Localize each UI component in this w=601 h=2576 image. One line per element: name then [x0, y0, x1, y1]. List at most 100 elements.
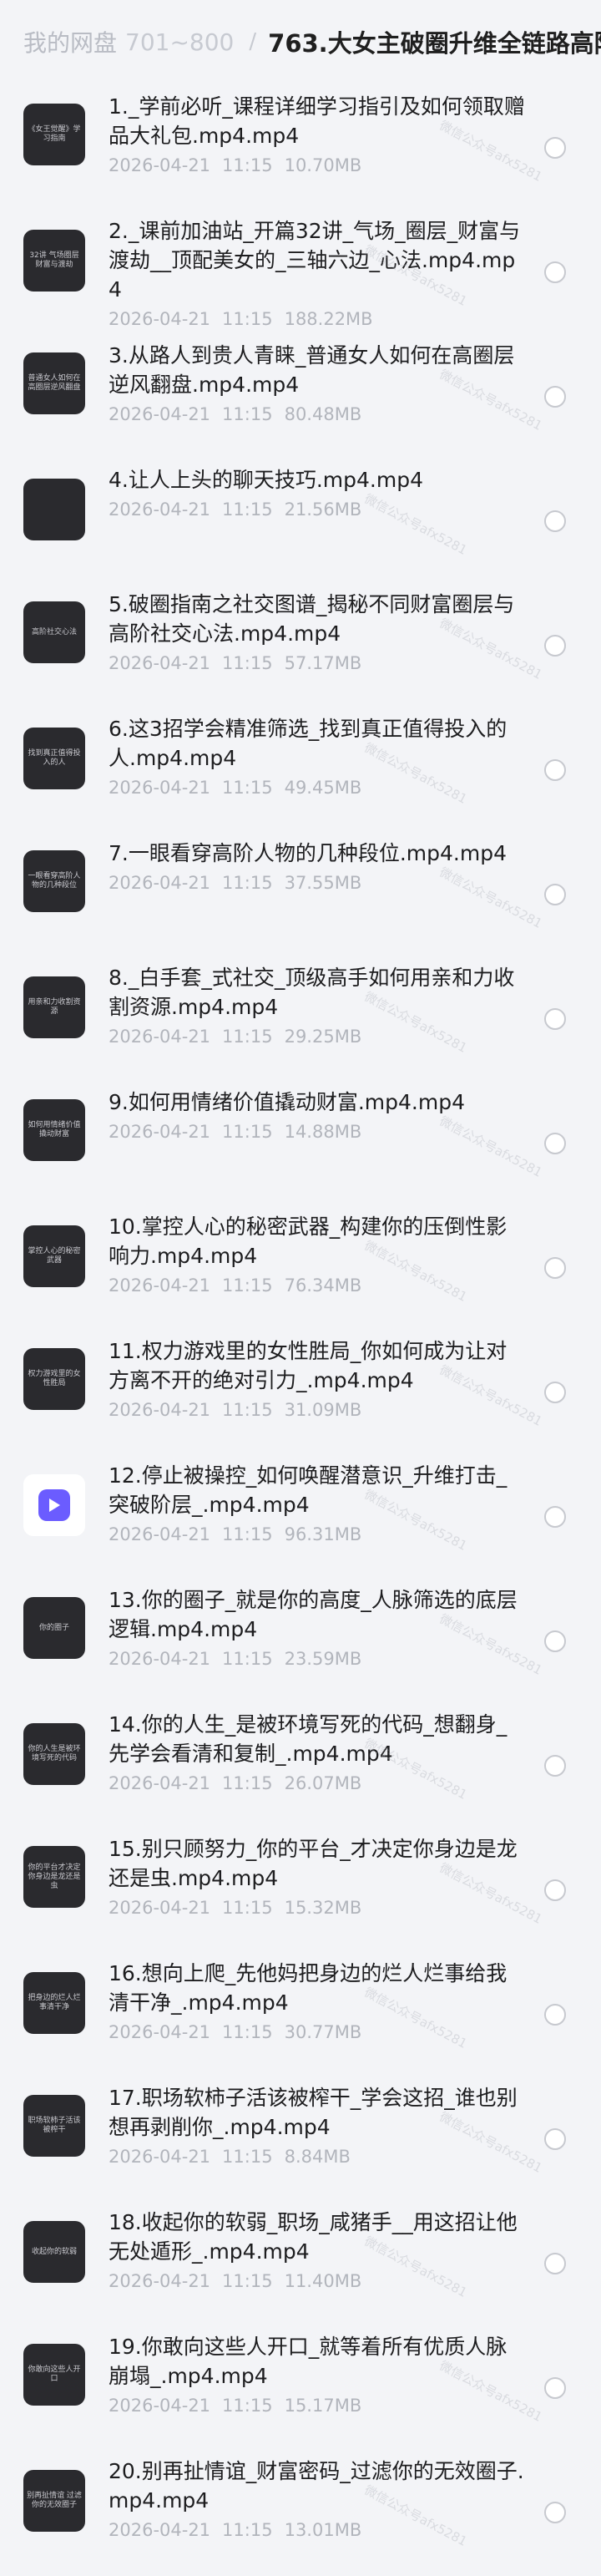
select-checkbox[interactable]: [544, 1755, 566, 1777]
file-name[interactable]: 20.别再扯情谊_财富密码_过滤你的无效圈子.mp4.mp4: [109, 2457, 526, 2515]
file-row[interactable]: 职场软柿子活该被榨干 17.职场软柿子活该被榨干_学会这招_谁也别想再剥削你_.m…: [0, 2075, 601, 2199]
select-checkbox[interactable]: [544, 1506, 566, 1528]
file-row[interactable]: 一眼看穿高阶人物的几种段位 7.一眼看穿高阶人物的几种段位.mp4.mp4 2026…: [0, 830, 601, 955]
file-name[interactable]: 11.权力游戏里的女性胜局_你如何成为让对方离不开的绝对引力_.mp4.mp4: [109, 1336, 526, 1395]
select-checkbox[interactable]: [544, 137, 566, 159]
select-checkbox[interactable]: [544, 2253, 566, 2274]
select-checkbox[interactable]: [544, 2502, 566, 2523]
file-meta: 2026-04-21 11:15 57.17MB: [109, 653, 526, 673]
video-thumbnail[interactable]: 32讲 气场圈层 财富与渡劫: [23, 230, 85, 292]
file-meta: 2026-04-21 11:15 30.77MB: [109, 2022, 526, 2042]
file-size: 76.34MB: [284, 1275, 362, 1296]
file-row[interactable]: 普通女人如何在高圈层逆风翻盘 3.从路人到贵人青睐_普通女人如何在高圈层逆风翻盘.…: [0, 332, 601, 457]
file-date: 2026-04-21: [109, 1400, 211, 1420]
select-checkbox[interactable]: [544, 386, 566, 408]
video-thumbnail[interactable]: 你的人生是被环境写死的代码: [23, 1723, 85, 1785]
video-thumbnail[interactable]: 收起你的软弱: [23, 2221, 85, 2283]
video-thumbnail[interactable]: 普通女人如何在高圈层逆风翻盘: [23, 352, 85, 414]
breadcrumb-root[interactable]: 我的网盘: [23, 25, 117, 58]
file-row[interactable]: 把身边的烂人烂事清干净 16.想向上爬_先他妈把身边的烂人烂事给我清干净_.mp4…: [0, 1950, 601, 2075]
file-name[interactable]: 6.这3招学会精准筛选_找到真正值得投入的人.mp4.mp4: [109, 714, 526, 773]
video-thumbnail[interactable]: 掌控人心的秘密武器: [23, 1225, 85, 1287]
file-row[interactable]: 掌控人心的秘密武器 10.掌控人心的秘密武器_构建你的压倒性影响力.mp4.mp4…: [0, 1204, 601, 1328]
file-name[interactable]: 2._课前加油站_开篇32讲_气场_圈层_财富与渡劫__顶配美女的_三轴六边_心…: [109, 216, 526, 304]
file-meta: 2026-04-21 11:15 10.70MB: [109, 155, 526, 175]
file-info: 9.如何用情绪价值撬动财富.mp4.mp4 2026-04-21 11:15 14.8…: [109, 1088, 526, 1142]
file-row[interactable]: 12.停止被操控_如何唤醒潜意识_升维打击_突破阶层_.mp4.mp4 2026-…: [0, 1453, 601, 1577]
select-checkbox[interactable]: [544, 1008, 566, 1030]
file-row[interactable]: 别再扯情谊 过滤你的无效圈子 20.别再扯情谊_财富密码_过滤你的无效圈子.mp4…: [0, 2448, 601, 2573]
select-checkbox[interactable]: [544, 759, 566, 781]
file-row[interactable]: 收起你的软弱 18.收起你的软弱_职场_咸猪手__用这招让他无处遁形_.mp4.m…: [0, 2199, 601, 2324]
file-name[interactable]: 17.职场软柿子活该被榨干_学会这招_谁也别想再剥削你_.mp4.mp4: [109, 2083, 526, 2142]
file-meta: 2026-04-21 11:15 21.56MB: [109, 499, 526, 520]
select-checkbox[interactable]: [544, 261, 566, 283]
breadcrumb-folder[interactable]: 701~800: [125, 28, 234, 56]
file-name[interactable]: 12.停止被操控_如何唤醒潜意识_升维打击_突破阶层_.mp4.mp4: [109, 1461, 526, 1519]
select-checkbox[interactable]: [544, 635, 566, 657]
video-thumbnail[interactable]: 权力游戏里的女性胜局: [23, 1348, 85, 1410]
file-name[interactable]: 19.你敢向这些人开口_就等着所有优质人脉崩塌_.mp4.mp4: [109, 2332, 526, 2391]
file-row[interactable]: 高阶社交心法 5.破圈指南之社交图谱_揭秘不同财富圈层与高阶社交心法.mp4.mp…: [0, 581, 601, 706]
file-info: 17.职场软柿子活该被榨干_学会这招_谁也别想再剥削你_.mp4.mp4 2026…: [109, 2083, 526, 2167]
file-row[interactable]: 《女王觉醒》学习指南 1._学前必听_课程详细学习指引及如何领取赠品大礼包.mp4…: [0, 84, 601, 208]
file-name[interactable]: 9.如何用情绪价值撬动财富.mp4.mp4: [109, 1088, 526, 1117]
video-thumbnail[interactable]: 你的圈子: [23, 1597, 85, 1659]
file-row[interactable]: 你的圈子 13.你的圈子_就是你的高度_人脉筛选的底层逻辑.mp4.mp4 2026…: [0, 1577, 601, 1701]
file-name[interactable]: 5.破圈指南之社交图谱_揭秘不同财富圈层与高阶社交心法.mp4.mp4: [109, 590, 526, 648]
video-file-icon[interactable]: [23, 1474, 85, 1536]
select-checkbox[interactable]: [544, 1879, 566, 1901]
file-row[interactable]: 4.让人上头的聊天技巧.mp4.mp4 2026-04-21 11:15 21.56M…: [0, 457, 601, 581]
file-meta: 2026-04-21 11:15 11.40MB: [109, 2271, 526, 2291]
file-row[interactable]: 如何用情绪价值撬动财富 9.如何用情绪价值撬动财富.mp4.mp4 2026-04-…: [0, 1079, 601, 1204]
file-row[interactable]: 你敢向这些人开口 19.你敢向这些人开口_就等着所有优质人脉崩塌_.mp4.mp4…: [0, 2324, 601, 2448]
file-name[interactable]: 1._学前必听_课程详细学习指引及如何领取赠品大礼包.mp4.mp4: [109, 92, 526, 150]
file-time: 11:15: [222, 1773, 273, 1793]
file-time: 11:15: [222, 155, 273, 175]
file-row[interactable]: 你的平台才决定你身边是龙还是虫 15.别只顾努力_你的平台_才决定你身边是龙还是虫…: [0, 1826, 601, 1950]
video-thumbnail[interactable]: 《女王觉醒》学习指南: [23, 104, 85, 165]
file-name[interactable]: 4.让人上头的聊天技巧.mp4.mp4: [109, 465, 526, 494]
video-thumbnail[interactable]: 用亲和力收割资源: [23, 976, 85, 1038]
select-checkbox[interactable]: [544, 2377, 566, 2399]
file-row[interactable]: 你的人生是被环境写死的代码 14.你的人生_是被环境写死的代码_想翻身_先学会看清…: [0, 1701, 601, 1826]
file-row[interactable]: 用亲和力收割资源 8._白手套_式社交_顶级高手如何用亲和力收割资源.mp4.mp…: [0, 955, 601, 1079]
file-name[interactable]: 15.别只顾努力_你的平台_才决定你身边是龙还是虫.mp4.mp4: [109, 1834, 526, 1893]
select-checkbox[interactable]: [544, 884, 566, 905]
select-checkbox[interactable]: [544, 2128, 566, 2150]
file-name[interactable]: 10.掌控人心的秘密武器_构建你的压倒性影响力.mp4.mp4: [109, 1212, 526, 1270]
select-checkbox[interactable]: [544, 2004, 566, 2026]
video-thumbnail[interactable]: 把身边的烂人烂事清干净: [23, 1972, 85, 2034]
file-date: 2026-04-21: [109, 2396, 211, 2416]
file-name[interactable]: 3.从路人到贵人青睐_普通女人如何在高圈层逆风翻盘.mp4.mp4: [109, 341, 526, 399]
file-info: 8._白手套_式社交_顶级高手如何用亲和力收割资源.mp4.mp4 2026-04…: [109, 963, 526, 1047]
thumbnail-caption: 你的圈子: [38, 1623, 69, 1632]
file-name[interactable]: 7.一眼看穿高阶人物的几种段位.mp4.mp4: [109, 839, 526, 868]
file-name[interactable]: 13.你的圈子_就是你的高度_人脉筛选的底层逻辑.mp4.mp4: [109, 1585, 526, 1644]
thumbnail-caption: 普通女人如何在高圈层逆风翻盘: [28, 374, 81, 392]
file-name[interactable]: 14.你的人生_是被环境写死的代码_想翻身_先学会看清和复制_.mp4.mp4: [109, 1710, 526, 1768]
file-name[interactable]: 18.收起你的软弱_职场_咸猪手__用这招让他无处遁形_.mp4.mp4: [109, 2208, 526, 2266]
video-thumbnail[interactable]: 高阶社交心法: [23, 601, 85, 663]
video-thumbnail[interactable]: [23, 479, 85, 540]
video-thumbnail[interactable]: 你敢向这些人开口: [23, 2344, 85, 2406]
file-time: 11:15: [222, 2520, 273, 2540]
file-row[interactable]: 32讲 气场圈层 财富与渡劫 2._课前加油站_开篇32讲_气场_圈层_财富与渡劫…: [0, 208, 601, 332]
video-thumbnail[interactable]: 找到真正值得投入的人: [23, 728, 85, 789]
file-name[interactable]: 16.想向上爬_先他妈把身边的烂人烂事给我清干净_.mp4.mp4: [109, 1959, 526, 2017]
video-thumbnail[interactable]: 如何用情绪价值撬动财富: [23, 1099, 85, 1161]
video-thumbnail[interactable]: 一眼看穿高阶人物的几种段位: [23, 850, 85, 912]
video-thumbnail[interactable]: 别再扯情谊 过滤你的无效圈子: [23, 2470, 85, 2532]
select-checkbox[interactable]: [544, 510, 566, 532]
select-checkbox[interactable]: [544, 1630, 566, 1652]
file-info: 2._课前加油站_开篇32讲_气场_圈层_财富与渡劫__顶配美女的_三轴六边_心…: [109, 216, 526, 329]
select-checkbox[interactable]: [544, 1133, 566, 1154]
video-thumbnail[interactable]: 职场软柿子活该被榨干: [23, 2095, 85, 2157]
file-meta: 2026-04-21 11:15 49.45MB: [109, 778, 526, 798]
file-row[interactable]: 权力游戏里的女性胜局 11.权力游戏里的女性胜局_你如何成为让对方离不开的绝对引力…: [0, 1328, 601, 1453]
video-thumbnail[interactable]: 你的平台才决定你身边是龙还是虫: [23, 1846, 85, 1908]
select-checkbox[interactable]: [544, 1257, 566, 1279]
file-row[interactable]: 找到真正值得投入的人 6.这3招学会精准筛选_找到真正值得投入的人.mp4.mp4…: [0, 706, 601, 830]
select-checkbox[interactable]: [544, 1382, 566, 1403]
file-name[interactable]: 8._白手套_式社交_顶级高手如何用亲和力收割资源.mp4.mp4: [109, 963, 526, 1022]
